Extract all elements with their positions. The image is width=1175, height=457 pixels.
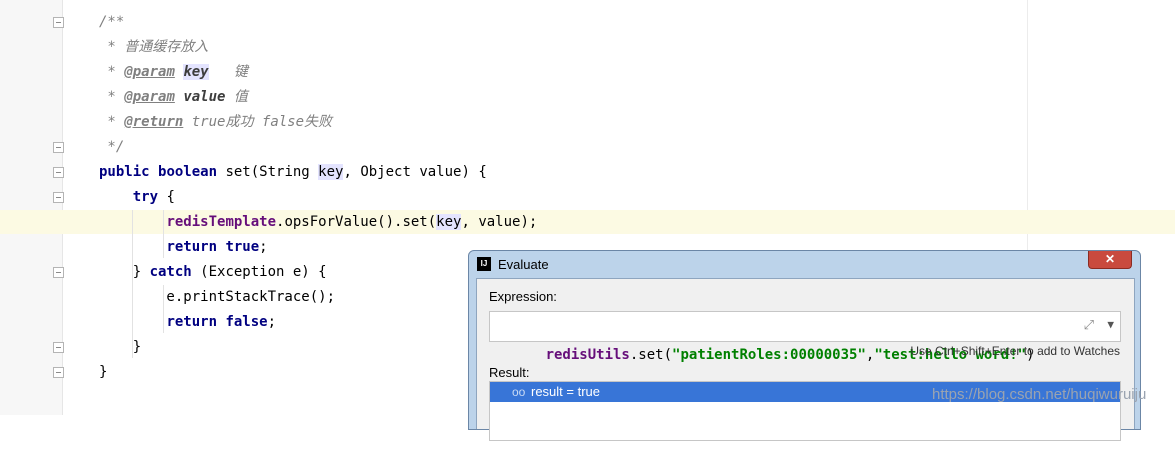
code-line[interactable]: * @param value 值 bbox=[99, 85, 248, 110]
code-token: 键 bbox=[208, 64, 248, 80]
fold-toggle-icon[interactable] bbox=[53, 342, 64, 353]
code-token: return bbox=[166, 314, 226, 330]
glasses-icon: oo bbox=[512, 385, 526, 399]
watermark: https://blog.csdn.net/huqiwuruiju bbox=[932, 386, 1147, 403]
code-token: } bbox=[99, 364, 108, 380]
code-line[interactable]: return true; bbox=[99, 235, 268, 260]
code-token: redisUtils bbox=[545, 347, 630, 363]
code-line[interactable]: public boolean set(String key, Object va… bbox=[99, 160, 487, 185]
code-token: , value); bbox=[461, 214, 538, 230]
code-token: try bbox=[132, 189, 167, 205]
code-line[interactable]: return false; bbox=[99, 310, 276, 335]
code-token: true成功 false失败 bbox=[183, 114, 333, 130]
evaluate-dialog: IJ Evaluate ✕ Expression: redisUtils.set… bbox=[468, 250, 1141, 441]
code-token: ; bbox=[259, 239, 268, 255]
code-token: key bbox=[318, 164, 344, 180]
code-line[interactable]: redisTemplate.opsForValue().set(key, val… bbox=[99, 210, 537, 235]
dialog-body: Expression: redisUtils.set("patientRoles… bbox=[476, 278, 1135, 441]
fold-toggle-icon[interactable] bbox=[53, 142, 64, 153]
code-token: 值 bbox=[225, 89, 248, 105]
dialog-title: Evaluate bbox=[498, 257, 549, 272]
code-token: } bbox=[99, 339, 142, 355]
code-token: return bbox=[166, 239, 226, 255]
code-token: false bbox=[225, 314, 268, 330]
result-value: result = true bbox=[531, 384, 601, 399]
code-line[interactable]: } bbox=[99, 360, 107, 385]
code-token: key bbox=[183, 64, 209, 80]
editor-gutter bbox=[0, 0, 64, 415]
code-token: "patientRoles:00000035" bbox=[672, 347, 866, 363]
code-token: (Exception e) { bbox=[200, 264, 327, 280]
code-token: } bbox=[99, 264, 150, 280]
expression-input[interactable]: redisUtils.set("patientRoles:00000035","… bbox=[489, 311, 1121, 363]
code-line[interactable]: } bbox=[99, 335, 141, 360]
result-label: Result: bbox=[489, 365, 530, 380]
expression-label: Expression: bbox=[489, 289, 557, 304]
code-token: @param bbox=[124, 64, 175, 80]
code-line[interactable]: /** bbox=[99, 10, 124, 35]
code-token: catch bbox=[149, 264, 201, 280]
close-button[interactable]: ✕ bbox=[1088, 251, 1132, 269]
close-icon: ✕ bbox=[1104, 252, 1116, 266]
code-token: * bbox=[99, 64, 125, 80]
watches-hint: Use Ctrl+Shift+Enter to add to Watches bbox=[910, 344, 1120, 358]
code-token: public bbox=[99, 164, 159, 180]
chevron-down-icon[interactable]: ▼ bbox=[1107, 314, 1114, 336]
expand-icon[interactable]: ⤢ bbox=[1084, 315, 1094, 337]
code-token: ; bbox=[267, 314, 277, 330]
code-token: .set( bbox=[629, 347, 673, 363]
code-token: value bbox=[183, 89, 226, 105]
code-token: * bbox=[99, 114, 125, 130]
code-line[interactable]: } catch (Exception e) { bbox=[99, 260, 327, 285]
code-token: set(String bbox=[225, 164, 319, 180]
code-line[interactable]: * @return true成功 false失败 bbox=[99, 110, 332, 135]
code-token: true bbox=[225, 239, 260, 255]
code-token: /** bbox=[99, 14, 125, 30]
code-line[interactable]: try { bbox=[99, 185, 175, 210]
fold-toggle-icon[interactable] bbox=[53, 192, 64, 203]
code-line[interactable]: e.printStackTrace(); bbox=[99, 285, 335, 310]
code-line[interactable]: * @param key 键 bbox=[99, 60, 248, 85]
fold-toggle-icon[interactable] bbox=[53, 17, 64, 28]
intellij-app-icon: IJ bbox=[477, 257, 491, 271]
dialog-title-bar[interactable]: IJ Evaluate ✕ bbox=[469, 251, 1140, 277]
code-token: redisTemplate bbox=[166, 214, 277, 230]
code-token: * 普通缓存放入 bbox=[99, 39, 209, 55]
code-token: * bbox=[99, 89, 125, 105]
fold-toggle-icon[interactable] bbox=[53, 267, 64, 278]
code-token: boolean bbox=[158, 164, 226, 180]
code-token: , Object value) { bbox=[343, 164, 487, 180]
code-token: */ bbox=[99, 139, 125, 155]
fold-toggle-icon[interactable] bbox=[53, 167, 64, 178]
code-token: e.printStackTrace(); bbox=[99, 289, 336, 305]
code-token: @return bbox=[124, 114, 184, 130]
code-line[interactable]: * 普通缓存放入 bbox=[99, 35, 208, 60]
code-line[interactable]: */ bbox=[99, 135, 124, 160]
fold-toggle-icon[interactable] bbox=[53, 367, 64, 378]
code-token: { bbox=[166, 189, 175, 205]
code-token: @param bbox=[124, 89, 175, 105]
code-token: .opsForValue().set( bbox=[276, 214, 437, 230]
code-token: key bbox=[436, 214, 462, 230]
